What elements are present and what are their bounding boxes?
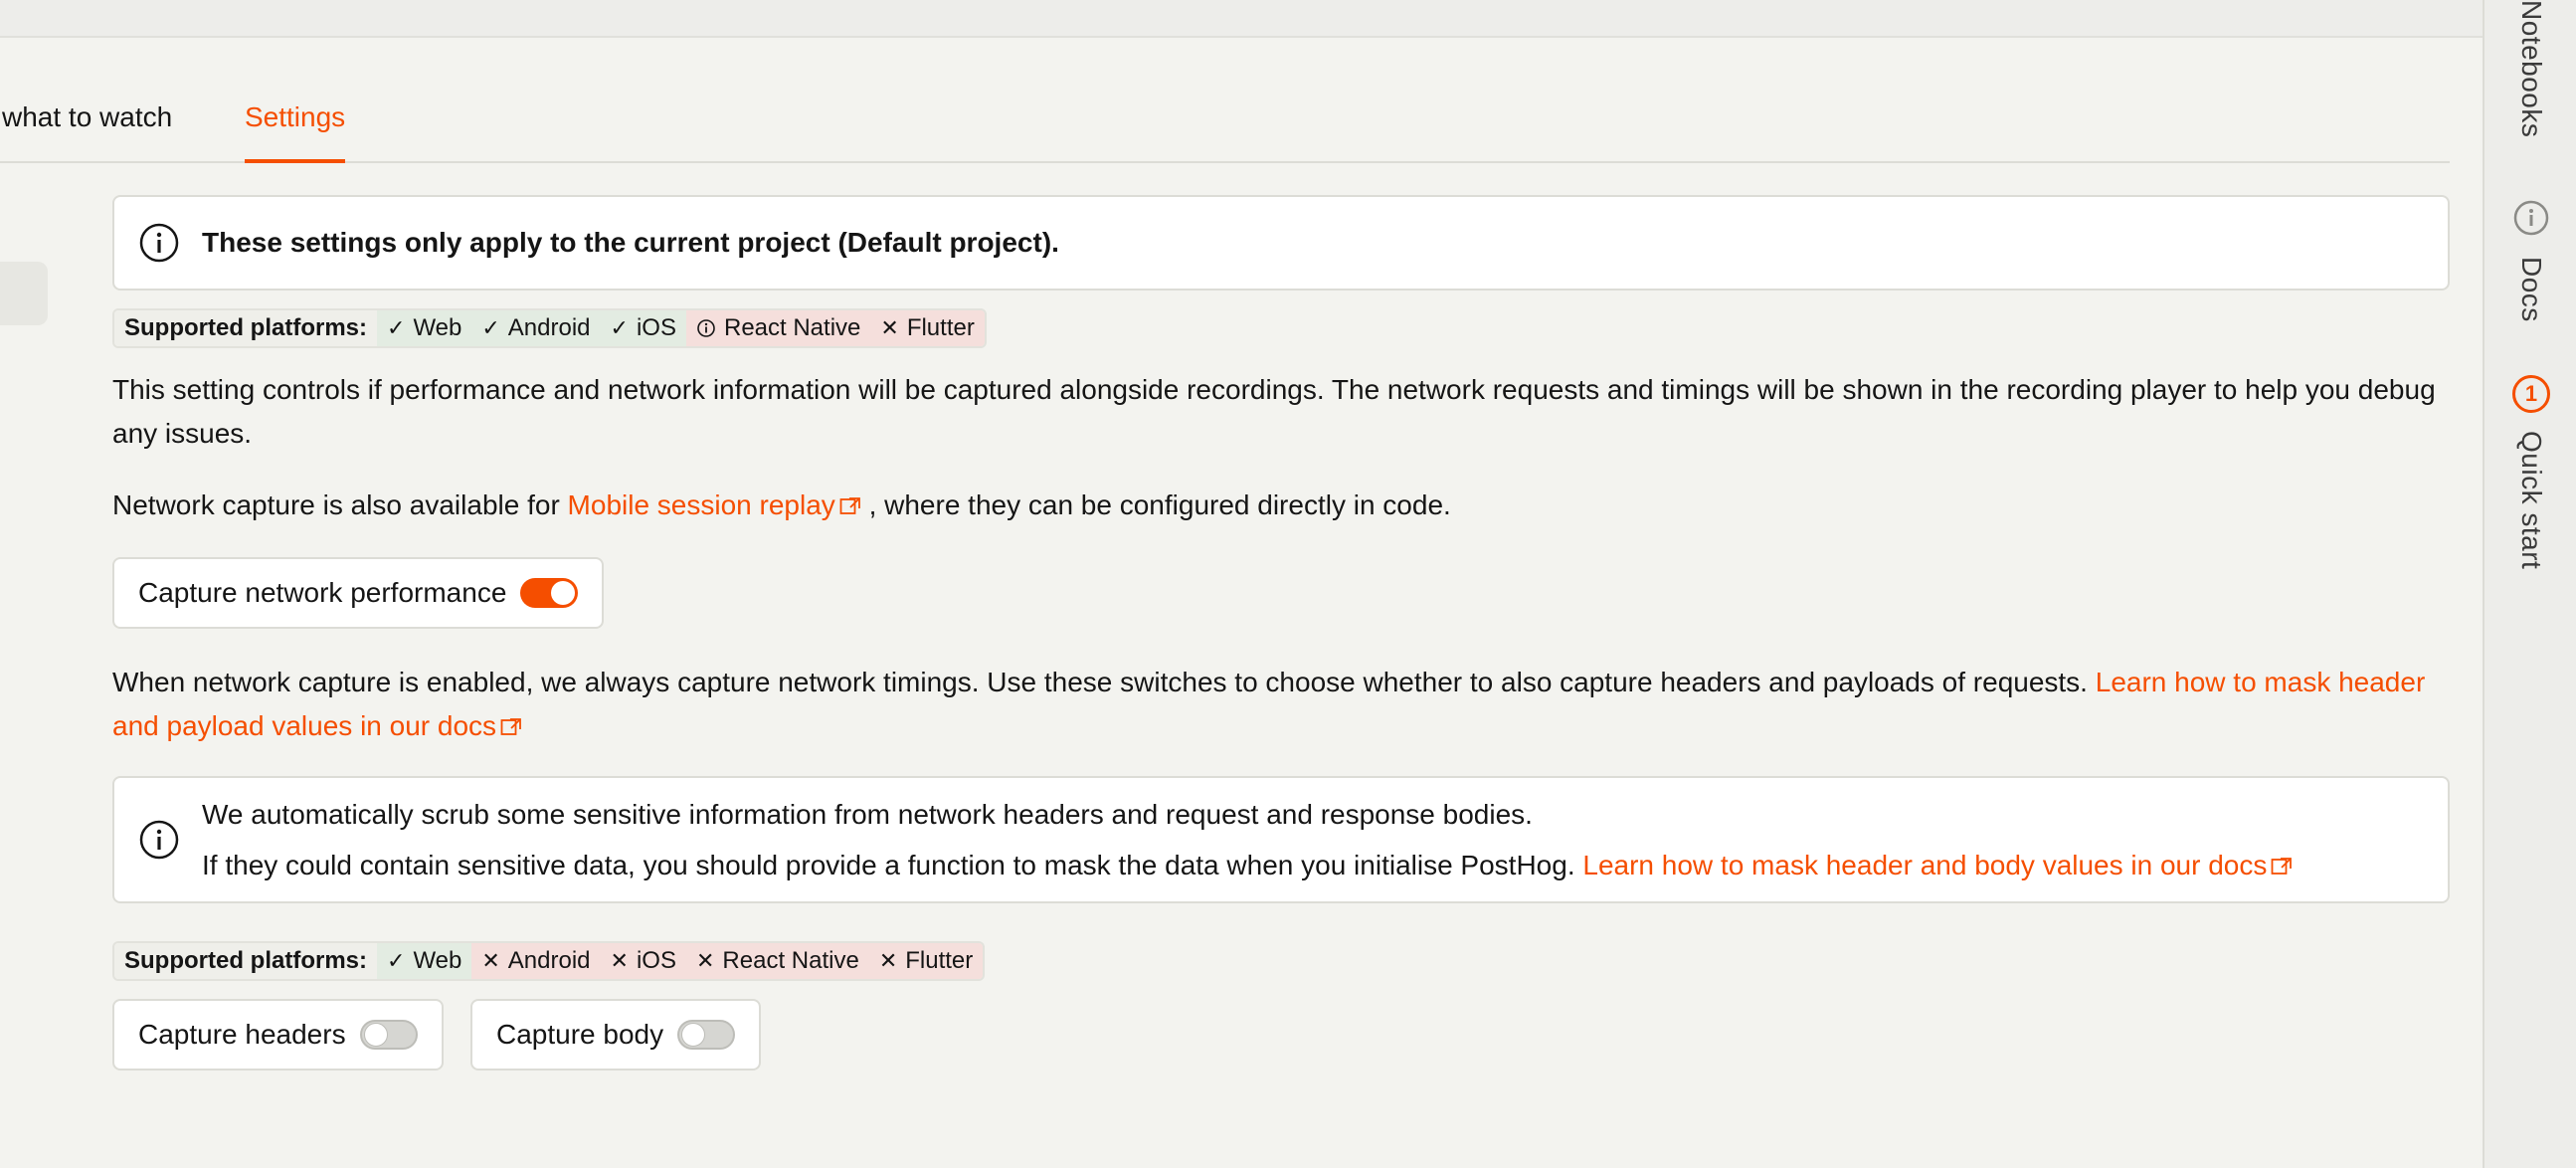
- tab-bar: what to watch Settings: [0, 96, 2450, 163]
- quick-start-label: Quick start: [2516, 431, 2547, 570]
- sidebar-tab-notebooks[interactable]: Notebooks: [2484, 0, 2576, 137]
- mobile-note-prefix: Network capture is also available for: [112, 489, 568, 520]
- mobile-link-text: Mobile session replay: [567, 489, 835, 520]
- cross-icon: ✕: [481, 948, 500, 973]
- check-icon: ✓: [610, 315, 629, 340]
- capture-body-toggle[interactable]: Capture body: [470, 999, 762, 1071]
- external-link-icon: [839, 497, 860, 514]
- capture-performance-switch[interactable]: [520, 578, 579, 608]
- supported-platforms-network: Supported platforms: ✓ Web ✓ Android ✓ iOS …: [112, 308, 987, 348]
- left-nav-item[interactable]: [0, 262, 48, 325]
- external-link-icon: [500, 718, 521, 735]
- platform-name: Flutter: [906, 314, 975, 341]
- platform-name: React Native: [723, 314, 861, 341]
- cross-icon: ✕: [695, 948, 715, 973]
- timings-note-text: When network capture is enabled, we alwa…: [112, 667, 2096, 697]
- info-circle-icon: [697, 319, 715, 337]
- capture-body-switch[interactable]: [677, 1020, 736, 1050]
- timings-note: When network capture is enabled, we alwa…: [112, 661, 2450, 748]
- info-circle-icon: [2513, 200, 2549, 236]
- project-notice-suffix: ).: [1041, 227, 1059, 258]
- project-notice-text: These settings only apply to the current…: [202, 221, 1059, 265]
- platform-flutter: ✕ Flutter: [868, 943, 984, 979]
- mobile-note-suffix: , where they can be configured directly …: [860, 489, 1451, 520]
- sidebar-tab-quick-start[interactable]: 1 Quick start: [2484, 375, 2576, 569]
- info-circle-icon: [139, 223, 179, 263]
- capture-headers-toggle[interactable]: Capture headers: [112, 999, 444, 1071]
- platform-react-native: ✕ React Native: [685, 943, 869, 979]
- platform-name: Android: [507, 947, 591, 974]
- tab-what-to-watch[interactable]: what to watch: [2, 96, 172, 161]
- mask-body-link-text: Learn how to mask header and body values…: [1582, 850, 2268, 880]
- platform-ios: ✕ iOS: [600, 943, 686, 979]
- switch-knob: [363, 1023, 388, 1047]
- scrub-notice: We automatically scrub some sensitive in…: [112, 776, 2450, 903]
- tab-settings[interactable]: Settings: [245, 96, 346, 163]
- platform-web: ✓ Web: [377, 943, 472, 979]
- sidebar-tab-docs[interactable]: Docs: [2484, 199, 2576, 322]
- capture-performance-label: Capture network performance: [138, 577, 507, 608]
- scrub-notice-line2: If they could contain sensitive data, yo…: [202, 840, 2293, 890]
- scrub-notice-line1: We automatically scrub some sensitive in…: [202, 799, 1533, 830]
- cross-icon: ✕: [610, 948, 629, 973]
- project-notice-prefix: These settings only apply to the current…: [202, 227, 847, 258]
- right-sidebar: Notebooks Docs 1 Quick start: [2483, 0, 2576, 1168]
- platform-name: React Native: [722, 947, 859, 974]
- quick-start-badge: 1: [2512, 375, 2550, 413]
- mask-body-docs-link[interactable]: Learn how to mask header and body values…: [1582, 850, 2293, 880]
- platform-name: Flutter: [905, 947, 974, 974]
- capture-headers-switch[interactable]: [359, 1020, 418, 1050]
- scrub-notice-line2-text: If they could contain sensitive data, yo…: [202, 850, 1583, 880]
- network-description: This setting controls if performance and…: [112, 374, 2436, 449]
- platform-name: Web: [413, 314, 462, 341]
- platforms-label: Supported platforms:: [114, 310, 377, 346]
- project-name: Default project: [846, 227, 1042, 258]
- capture-body-label: Capture body: [496, 1019, 664, 1050]
- platform-ios: ✓ iOS: [600, 310, 686, 346]
- switch-knob: [551, 581, 576, 605]
- scrub-notice-text: We automatically scrub some sensitive in…: [202, 789, 2293, 890]
- platform-android: ✕ Android: [471, 943, 601, 979]
- capture-performance-toggle[interactable]: Capture network performance: [112, 557, 605, 629]
- external-link-icon: [2271, 858, 2293, 875]
- platforms-label: Supported platforms:: [114, 943, 377, 979]
- mobile-note: Network capture is also available for Mo…: [112, 484, 2450, 527]
- check-icon: ✓: [387, 948, 406, 973]
- switch-knob: [681, 1023, 706, 1047]
- mobile-session-replay-link[interactable]: Mobile session replay: [568, 489, 861, 520]
- cross-icon: ✕: [880, 315, 899, 340]
- platform-flutter: ✕ Flutter: [870, 310, 985, 346]
- platform-react-native: React Native: [685, 310, 871, 346]
- platform-name: Web: [413, 947, 462, 974]
- docs-label: Docs: [2516, 257, 2547, 322]
- check-icon: ✓: [387, 315, 406, 340]
- top-bar: [0, 0, 2483, 38]
- platform-name: Android: [507, 314, 591, 341]
- platform-name: iOS: [636, 314, 676, 341]
- supported-platforms-headers: Supported platforms: ✓ Web ✕ Android ✕ iOS …: [112, 941, 986, 981]
- check-icon: ✓: [481, 315, 500, 340]
- platform-android: ✓ Android: [471, 310, 601, 346]
- platform-name: iOS: [636, 947, 676, 974]
- cross-icon: ✕: [878, 948, 898, 973]
- capture-headers-label: Capture headers: [138, 1019, 346, 1050]
- notebooks-label: Notebooks: [2516, 0, 2547, 138]
- info-circle-icon: [139, 820, 179, 860]
- project-notice: These settings only apply to the current…: [112, 195, 2450, 291]
- platform-web: ✓ Web: [377, 310, 472, 346]
